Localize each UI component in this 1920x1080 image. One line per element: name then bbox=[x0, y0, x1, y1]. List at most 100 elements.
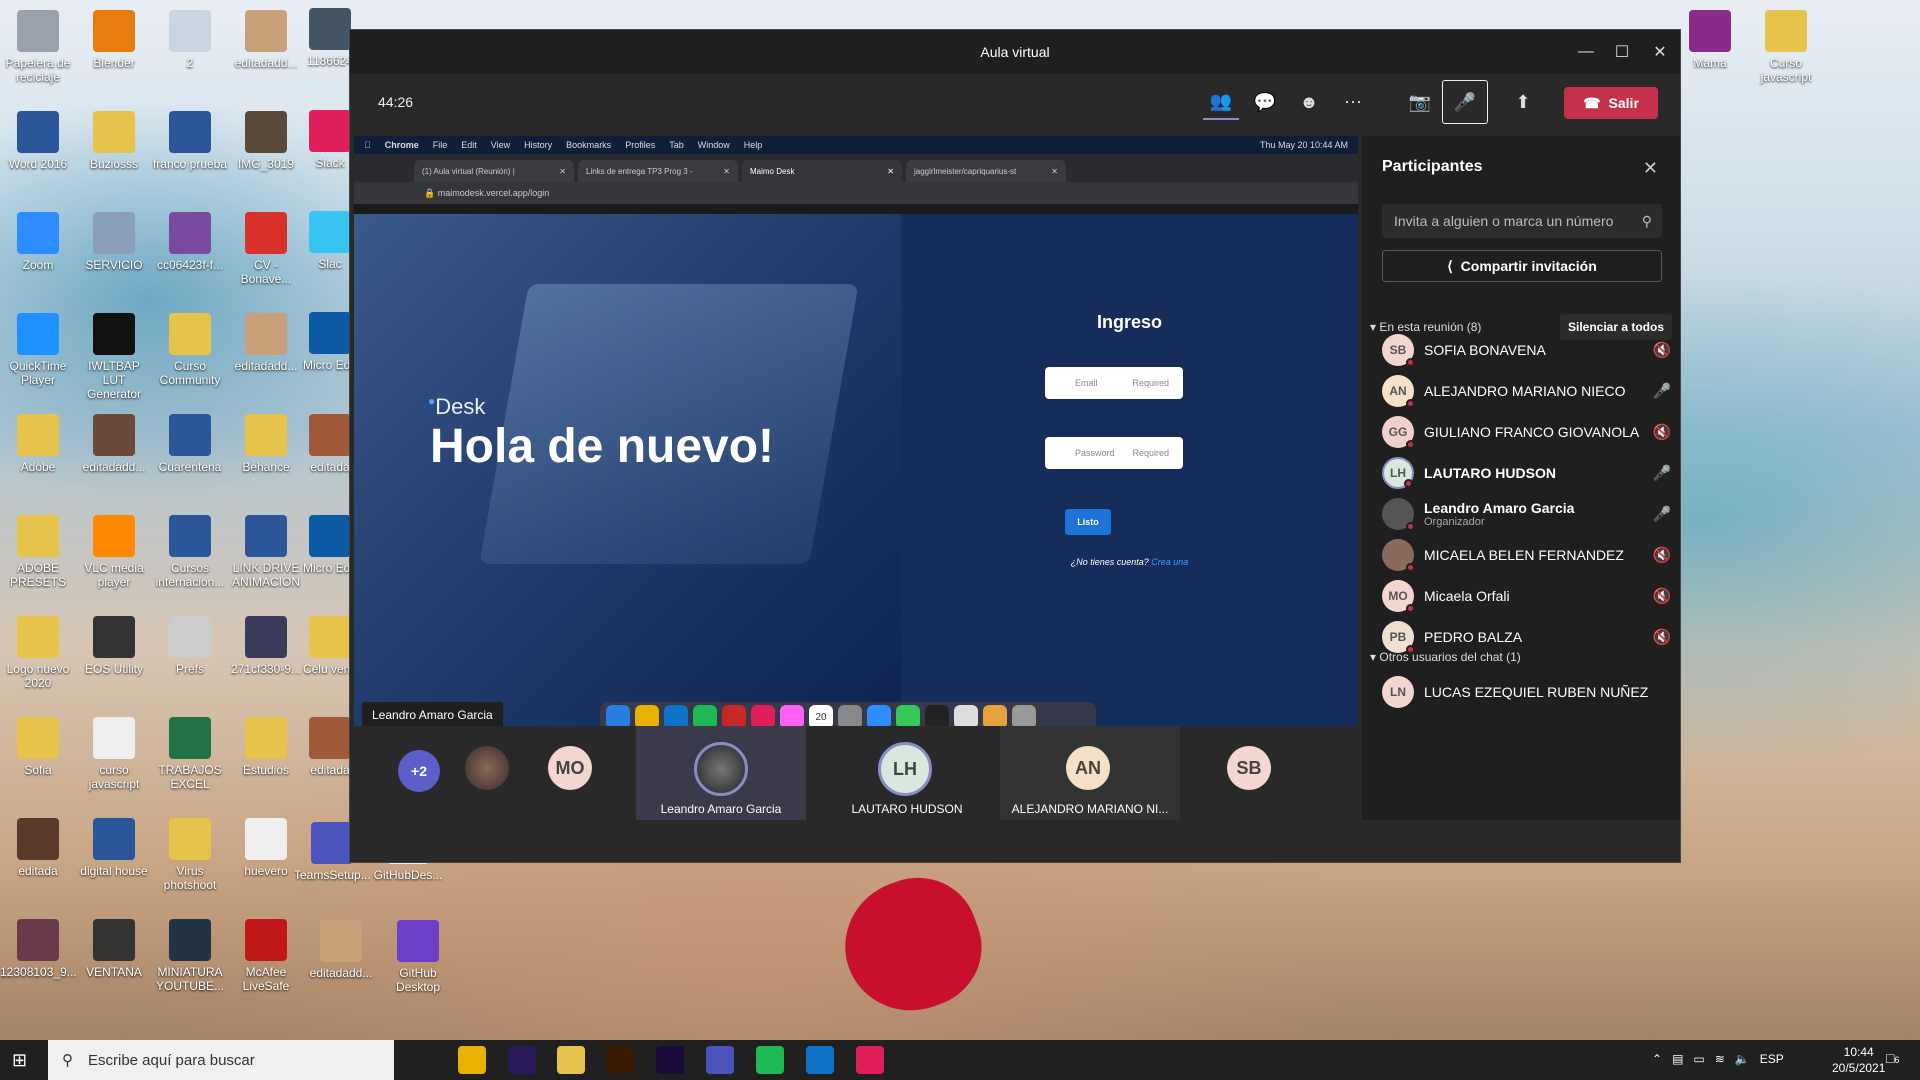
desktop-icon[interactable]: huevero bbox=[228, 818, 304, 878]
desktop-icon[interactable]: Word 2016 bbox=[0, 111, 76, 171]
wifi-icon[interactable]: ≋ bbox=[1715, 1052, 1725, 1066]
desktop-icon[interactable]: McAfee LiveSafe bbox=[228, 919, 304, 993]
desktop-icon[interactable]: LINK DRIVE ANIMACION bbox=[228, 515, 304, 589]
spotify-icon[interactable] bbox=[756, 1046, 784, 1074]
mic-muted-icon[interactable]: 🔇 bbox=[1652, 587, 1672, 605]
mic-icon[interactable]: 🎤 bbox=[1652, 505, 1672, 523]
tab-close-icon[interactable]: ✕ bbox=[887, 167, 894, 176]
notifications-icon[interactable]: □6 bbox=[1886, 1050, 1899, 1066]
vscode-icon[interactable] bbox=[806, 1046, 834, 1074]
browser-tab[interactable]: Links de entrega TP3 Prog 3 - ✕ bbox=[578, 160, 738, 182]
desktop-icon[interactable]: QuickTime Player bbox=[0, 313, 76, 387]
participant-row[interactable]: GG GIULIANO FRANCO GIOVANOLA 🔇 bbox=[1382, 410, 1672, 454]
mic-muted-icon[interactable]: 🎤 bbox=[1442, 80, 1488, 124]
participant-row[interactable]: SB SOFIA BONAVENA 🔇 bbox=[1382, 328, 1672, 372]
panel-close-icon[interactable]: ✕ bbox=[1643, 158, 1658, 179]
participant-row[interactable]: AN ALEJANDRO MARIANO NIECO 🎤 bbox=[1382, 369, 1672, 413]
desktop-icon[interactable]: Behance bbox=[228, 414, 304, 474]
other-users-section[interactable]: ▾ Otros usuarios del chat (1) bbox=[1370, 650, 1521, 664]
teams-icon[interactable] bbox=[706, 1046, 734, 1074]
share-invite-button[interactable]: ⟨ Compartir invitación bbox=[1382, 250, 1662, 282]
reactions-icon[interactable]: ☻ bbox=[1291, 84, 1327, 120]
network-icon[interactable]: ▤ bbox=[1672, 1052, 1683, 1066]
leave-button[interactable]: ☎ Salir bbox=[1564, 87, 1658, 119]
more-options-icon[interactable]: ⋯ bbox=[1335, 84, 1371, 120]
camera-off-icon[interactable]: 📷 bbox=[1402, 84, 1438, 120]
task-view-icon[interactable] bbox=[414, 1046, 442, 1074]
desktop-icon[interactable]: Virus photshoot bbox=[152, 818, 228, 892]
participant-row[interactable]: MO Micaela Orfali 🔇 bbox=[1382, 574, 1672, 618]
participant-row[interactable]: LN LUCAS EZEQUIEL RUBEN NUÑEZ bbox=[1382, 670, 1672, 714]
desktop-icon[interactable]: Sofia bbox=[0, 717, 76, 777]
taskbar-clock[interactable]: 10:44 20/5/2021 bbox=[1832, 1044, 1885, 1076]
email-field[interactable]: Email Required bbox=[1045, 367, 1183, 399]
desktop-icon[interactable]: editadadd... bbox=[228, 313, 304, 373]
desktop-icon[interactable]: Adobe bbox=[0, 414, 76, 474]
desktop-icon[interactable]: MINIATURA YOUTUBE... bbox=[152, 919, 228, 993]
minimize-icon[interactable]: — bbox=[1566, 30, 1606, 74]
premiere-icon[interactable] bbox=[656, 1046, 684, 1074]
desktop-icon[interactable]: Prefs bbox=[152, 616, 228, 676]
participant-row[interactable]: LH LAUTARO HUDSON 🎤 bbox=[1382, 451, 1672, 495]
desktop-icon[interactable]: VLC media player bbox=[76, 515, 152, 589]
mic-muted-icon[interactable]: 🔇 bbox=[1652, 423, 1672, 441]
desktop-icon[interactable]: ADOBE PRESETS bbox=[0, 515, 76, 589]
more-participants-badge[interactable]: +2 bbox=[398, 750, 440, 792]
desktop-icon[interactable]: digital house bbox=[76, 818, 152, 878]
chat-icon[interactable]: 💬 bbox=[1247, 84, 1283, 120]
tab-close-icon[interactable]: ✕ bbox=[1051, 167, 1058, 176]
browser-tab[interactable]: Maimo Desk ✕ bbox=[742, 160, 902, 182]
mic-muted-icon[interactable]: 🔇 bbox=[1652, 628, 1672, 646]
desktop-icon[interactable]: editadadd... bbox=[76, 414, 152, 474]
mic-muted-icon[interactable]: 🔇 bbox=[1652, 341, 1672, 359]
file-explorer-icon[interactable] bbox=[557, 1046, 585, 1074]
volume-icon[interactable]: 🔈 bbox=[1735, 1052, 1750, 1066]
maximize-icon[interactable]: ☐ bbox=[1602, 30, 1642, 74]
desktop-icon[interactable]: Curso Community bbox=[152, 313, 228, 387]
desktop-icon[interactable]: GitHub Desktop bbox=[380, 920, 456, 994]
mic-icon[interactable]: 🎤 bbox=[1652, 464, 1672, 482]
windows-start-icon[interactable]: ⊞ bbox=[12, 1050, 27, 1071]
battery-icon[interactable]: ▭ bbox=[1693, 1052, 1704, 1066]
browser-tab[interactable]: (1) Aula virtual (Reunión) | ✕ bbox=[414, 160, 574, 182]
desktop-icon[interactable]: franco prueba bbox=[152, 111, 228, 171]
desktop-icon[interactable]: 2 bbox=[152, 10, 228, 70]
tile-leandro[interactable]: Leandro Amaro Garcia bbox=[636, 726, 806, 820]
desktop-icon[interactable]: Blender bbox=[76, 10, 152, 70]
desktop-icon[interactable]: VENTANA bbox=[76, 919, 152, 979]
desktop-icon[interactable]: EOS Utility bbox=[76, 616, 152, 676]
browser-tab[interactable]: jaggirlmeister/capriquarius-st ✕ bbox=[906, 160, 1066, 182]
participant-row[interactable]: MICAELA BELEN FERNANDEZ 🔇 bbox=[1382, 533, 1672, 577]
close-icon[interactable]: ✕ bbox=[1640, 30, 1680, 74]
chrome-icon[interactable] bbox=[458, 1046, 486, 1074]
desktop-icon[interactable]: editada bbox=[0, 818, 76, 878]
desktop-icon[interactable]: Cuarentena bbox=[152, 414, 228, 474]
taskbar-search-input[interactable]: ⚲ Escribe aquí para buscar bbox=[48, 1040, 394, 1080]
desktop-icon[interactable]: Mama bbox=[1672, 10, 1748, 70]
desktop-icon[interactable]: Buziosss bbox=[76, 111, 152, 171]
after-effects-icon[interactable] bbox=[508, 1046, 536, 1074]
desktop-icon[interactable]: IWLTBAP LUT Generator bbox=[76, 313, 152, 401]
desktop-icon[interactable]: Estudios bbox=[228, 717, 304, 777]
tab-close-icon[interactable]: ✕ bbox=[723, 167, 730, 176]
desktop-icon[interactable]: CV - Bonave... bbox=[228, 212, 304, 286]
language-indicator[interactable]: ESP bbox=[1760, 1052, 1784, 1066]
password-field[interactable]: Password Required bbox=[1045, 437, 1183, 469]
desktop-icon[interactable]: Logo nuevo 2020 bbox=[0, 616, 76, 690]
mic-muted-icon[interactable]: 🔇 bbox=[1652, 546, 1672, 564]
invite-search-input[interactable]: Invita a alguien o marca un número ⚲ bbox=[1382, 204, 1662, 238]
create-account-link[interactable]: Crea una bbox=[1151, 557, 1188, 567]
tab-close-icon[interactable]: ✕ bbox=[559, 167, 566, 176]
participant-row[interactable]: Leandro Amaro Garcia Organizador 🎤 bbox=[1382, 492, 1672, 536]
submit-button[interactable]: Listo bbox=[1065, 509, 1111, 535]
desktop-icon[interactable]: SERVICIO bbox=[76, 212, 152, 272]
desktop-icon[interactable]: Curso javascript bbox=[1748, 10, 1824, 84]
desktop-icon[interactable]: 12308103_9... bbox=[0, 919, 77, 979]
mic-icon[interactable]: 🎤 bbox=[1652, 382, 1672, 400]
illustrator-icon[interactable] bbox=[606, 1046, 634, 1074]
desktop-icon[interactable]: editadadd... bbox=[228, 10, 304, 70]
desktop-icon[interactable]: Papelera de reciclaje bbox=[0, 10, 76, 84]
desktop-icon[interactable]: editadadd... bbox=[303, 920, 379, 980]
desktop-icon[interactable]: cc06423f-f... bbox=[152, 212, 228, 272]
desktop-icon[interactable]: IMG_3019 bbox=[228, 111, 304, 171]
